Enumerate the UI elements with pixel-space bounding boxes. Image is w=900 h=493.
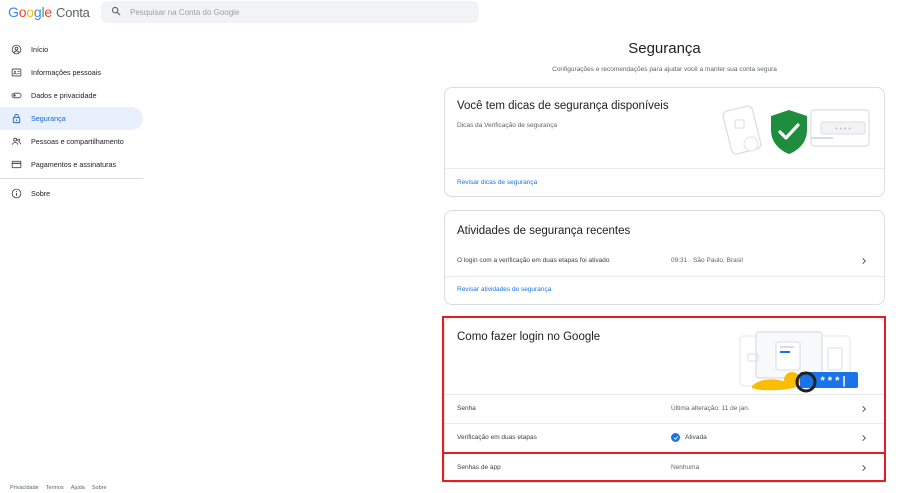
sidebar-item-label: Segurança <box>31 114 66 123</box>
sidebar-item-sobre[interactable]: Sobre <box>0 182 150 205</box>
sidebar-item-pagamentos-e-assinaturas[interactable]: Pagamentos e assinaturas <box>0 153 150 176</box>
two-step-row-label: Verificação em duas etapas <box>457 434 537 441</box>
app-passwords-row-value: Nenhuma <box>671 464 700 471</box>
sidebar-item-pessoas-e-compartilhamento[interactable]: Pessoas e compartilhamento <box>0 130 150 153</box>
sidebar-item-label: Dados e privacidade <box>31 91 97 100</box>
app-passwords-row-label: Senhas de app <box>457 464 501 471</box>
app-passwords-row[interactable]: Senhas de app Nenhuma <box>445 453 884 482</box>
activity-row-label: O login com a verificação em duas etapas… <box>457 257 610 264</box>
search-input[interactable] <box>130 7 450 17</box>
people-icon <box>10 136 22 148</box>
sidebar-item-label: Início <box>31 45 49 54</box>
lock-icon <box>10 113 22 125</box>
card-divider <box>445 276 884 277</box>
search-box[interactable] <box>101 1 479 23</box>
sidebar-item-label: Pessoas e compartilhamento <box>31 137 124 146</box>
sidebar-item-seguranca[interactable]: Segurança <box>0 107 143 130</box>
two-step-status-text: Ativada <box>685 434 707 441</box>
sidebar-item-inicio[interactable]: Início <box>0 38 150 61</box>
info-icon <box>10 188 22 200</box>
toggle-icon <box>10 90 22 102</box>
svg-text:* * * |: * * * | <box>820 375 845 387</box>
sidebar-item-label: Sobre <box>31 189 51 198</box>
sidebar-item-dados-e-privacidade[interactable]: Dados e privacidade <box>0 84 150 107</box>
page-subtitle: Configurações e recomendações para ajuda… <box>552 66 777 73</box>
activity-row[interactable]: O login com a verificação em duas etapas… <box>445 246 884 275</box>
id-card-icon <box>10 67 22 79</box>
footer-link-termos[interactable]: Termos <box>46 485 64 491</box>
chevron-right-icon <box>860 257 868 265</box>
password-row[interactable]: Senha Última alteração: 11 de jan. <box>445 394 884 423</box>
sign-in-key-illustration: * * * | <box>730 326 870 396</box>
sidebar-item-label: Informações pessoais <box>31 68 101 77</box>
logo-conta-text: Conta <box>56 5 90 20</box>
password-row-value: Última alteração: 11 de jan. <box>671 405 750 412</box>
security-tips-card: Você tem dicas de segurança disponíveis … <box>444 87 885 197</box>
footer-links: Privacidade Termos Ajuda Sobre <box>10 485 107 491</box>
chevron-right-icon <box>860 464 868 472</box>
password-row-label: Senha <box>457 405 476 412</box>
chevron-right-icon <box>860 405 868 413</box>
two-step-verification-row[interactable]: Verificação em duas etapas Ativada <box>445 423 884 452</box>
footer-link-sobre[interactable]: Sobre <box>92 485 107 491</box>
page-title: Segurança <box>628 40 701 57</box>
recent-security-activity-card: Atividades de segurança recentes O login… <box>444 210 885 305</box>
sidebar-item-label: Pagamentos e assinaturas <box>31 160 117 169</box>
how-to-sign-in-card: Como fazer login no Google * * * | Senha… <box>444 317 885 483</box>
google-conta-logo[interactable]: Google Conta <box>8 4 90 20</box>
activity-row-value: 09:31 · São Paulo, Brasil <box>671 257 743 264</box>
two-step-row-value: Ativada <box>671 433 707 442</box>
chevron-right-icon <box>860 434 868 442</box>
card-title: Você tem dicas de segurança disponíveis <box>457 100 669 112</box>
card-title: Atividades de segurança recentes <box>457 225 631 237</box>
footer-link-ajuda[interactable]: Ajuda <box>71 485 85 491</box>
security-shield-illustration: • • • • <box>715 98 875 160</box>
card-divider <box>445 168 884 169</box>
sidebar-divider <box>0 178 143 179</box>
search-icon[interactable] <box>111 3 121 21</box>
review-security-activity-link[interactable]: Revisar atividades de segurança <box>457 286 551 293</box>
footer-link-privacidade[interactable]: Privacidade <box>10 485 39 491</box>
sidebar-nav: Início Informações pessoais Dados e priv… <box>0 38 150 205</box>
home-icon <box>10 44 22 56</box>
credit-card-icon <box>10 159 22 171</box>
top-bar: Google Conta <box>0 0 900 26</box>
card-subtitle: Dicas da Verificação de segurança <box>457 122 558 129</box>
check-circle-icon <box>671 433 680 442</box>
svg-text:• • • •: • • • • <box>835 126 851 133</box>
card-title: Como fazer login no Google <box>457 331 601 343</box>
sidebar-item-informacoes-pessoais[interactable]: Informações pessoais <box>0 61 150 84</box>
review-security-tips-link[interactable]: Revisar dicas de segurança <box>457 179 537 186</box>
